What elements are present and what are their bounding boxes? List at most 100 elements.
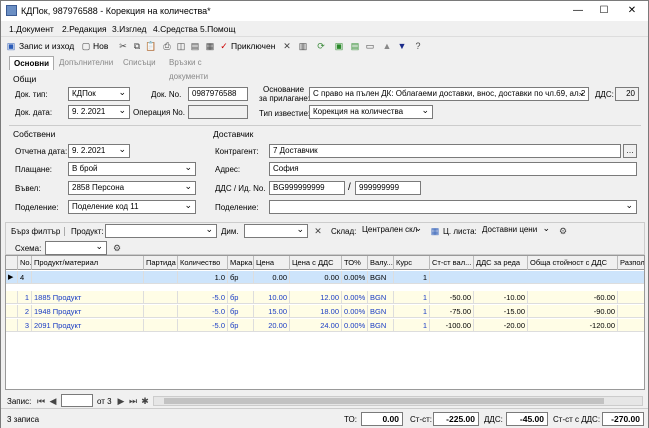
- vat-rate-field[interactable]: 20: [615, 87, 639, 101]
- cell-currency[interactable]: BGN: [368, 271, 394, 284]
- cell-price[interactable]: 10.00: [254, 291, 290, 304]
- cell-no[interactable]: 2: [18, 305, 32, 318]
- cell-avail[interactable]: [618, 291, 644, 304]
- cell-vat[interactable]: -15.00: [474, 305, 528, 318]
- contragent-field[interactable]: 7 Доставчик: [269, 144, 621, 158]
- col-quantity[interactable]: Количество: [178, 256, 228, 270]
- cell-price[interactable]: 0.00: [254, 271, 290, 284]
- cell-total[interactable]: -120.00: [528, 319, 618, 332]
- cell-qty[interactable]: -5.0: [178, 291, 228, 304]
- cell-to[interactable]: 0.00%: [342, 319, 368, 332]
- last-record-icon[interactable]: ⏭: [127, 395, 139, 407]
- cell-lot[interactable]: [144, 271, 178, 284]
- clear-filter-icon[interactable]: ✕: [312, 225, 324, 237]
- add-row-icon[interactable]: ▤: [349, 40, 361, 52]
- vat-no-field[interactable]: BG999999999: [269, 181, 345, 195]
- col-available[interactable]: Разпола: [618, 256, 644, 270]
- store-select[interactable]: Централен скл: [359, 224, 425, 238]
- cell-cost[interactable]: -100.00: [430, 319, 474, 332]
- edit-icon[interactable]: ▦: [204, 40, 216, 52]
- post-button[interactable]: Приключен: [231, 39, 275, 53]
- help-icon[interactable]: ?: [412, 40, 424, 52]
- row-selector[interactable]: [6, 291, 18, 304]
- cell-qty[interactable]: -5.0: [178, 319, 228, 332]
- insert-icon[interactable]: ▣: [333, 40, 345, 52]
- table-row[interactable]: 1 1885 Продукт -5.0 бр 10.00 12.00 0.00% BGN 1 -5…: [6, 291, 644, 304]
- col-total-vat[interactable]: Обща стойност с ДДС: [528, 256, 618, 270]
- cell-price_vat[interactable]: 18.00: [290, 305, 342, 318]
- cell-cost[interactable]: -50.00: [430, 291, 474, 304]
- prev-record-icon[interactable]: ◀: [47, 395, 59, 407]
- cell-lot[interactable]: [144, 319, 178, 332]
- cell-no[interactable]: 1: [18, 291, 32, 304]
- first-record-icon[interactable]: ⏮: [35, 395, 47, 407]
- col-product[interactable]: Продукт/материал: [32, 256, 144, 270]
- own-division-select[interactable]: Поделение код 11: [68, 200, 196, 214]
- notice-type-select[interactable]: Корекция на количества: [309, 105, 433, 119]
- col-row-vat[interactable]: ДДС за реда: [474, 256, 528, 270]
- menu-edit[interactable]: 2.Редакция: [62, 24, 107, 34]
- copy-icon[interactable]: ⧉: [131, 40, 143, 52]
- entered-by-select[interactable]: 2858 Персона: [68, 181, 196, 195]
- col-unit[interactable]: Марка: [228, 256, 254, 270]
- cell-product[interactable]: 1885 Продукт: [32, 291, 144, 304]
- save-close-button[interactable]: Запис и изход: [19, 39, 74, 53]
- minimize-icon[interactable]: —: [571, 4, 585, 18]
- doc-no-field[interactable]: 0987976588: [188, 87, 248, 101]
- cell-avail[interactable]: [618, 319, 644, 332]
- supplier-division-select[interactable]: [269, 200, 637, 214]
- row-selector[interactable]: [6, 319, 18, 332]
- col-no[interactable]: No.: [18, 256, 32, 270]
- cell-product[interactable]: [32, 271, 144, 284]
- cell-vat[interactable]: -20.00: [474, 319, 528, 332]
- menu-tools[interactable]: 4.Средства: [153, 24, 198, 34]
- tab-doc-links[interactable]: Връзки с документи: [165, 56, 212, 81]
- address-field[interactable]: София: [269, 162, 637, 176]
- basis-select[interactable]: С право на пълен ДК: Облагаеми доставки,…: [309, 87, 589, 101]
- record-number-field[interactable]: [61, 394, 93, 407]
- close-icon[interactable]: ✕: [625, 4, 639, 18]
- cell-rate[interactable]: 1: [394, 305, 430, 318]
- cell-no[interactable]: 3: [18, 319, 32, 332]
- cell-price_vat[interactable]: 24.00: [290, 319, 342, 332]
- cell-qty[interactable]: -5.0: [178, 305, 228, 318]
- cell-lot[interactable]: [144, 305, 178, 318]
- col-rate[interactable]: Курс: [394, 256, 430, 270]
- cell-rate[interactable]: 1: [394, 291, 430, 304]
- cell-rate[interactable]: 1: [394, 319, 430, 332]
- payment-select[interactable]: В брой: [68, 162, 196, 176]
- cell-to[interactable]: 0.00%: [342, 291, 368, 304]
- col-lot[interactable]: Партида: [144, 256, 178, 270]
- product-filter-select[interactable]: [105, 224, 217, 238]
- move-up-icon[interactable]: ▲: [381, 40, 393, 52]
- new-row[interactable]: ▶ 4 1.0 бр 0.00 0.00 0.00% BGN 1: [6, 271, 644, 284]
- cell-product[interactable]: 1948 Продукт: [32, 305, 144, 318]
- row-selector[interactable]: [6, 305, 18, 318]
- paste-icon[interactable]: 📋: [145, 40, 157, 52]
- cell-cur[interactable]: BGN: [368, 319, 394, 332]
- document-icon[interactable]: ▤: [189, 40, 201, 52]
- dim-select[interactable]: [244, 224, 308, 238]
- tab-additional[interactable]: Допълнителни: [55, 56, 117, 70]
- cell-avail[interactable]: [618, 305, 644, 318]
- delete-icon[interactable]: ✕: [281, 40, 293, 52]
- contragent-browse-button[interactable]: …: [623, 144, 637, 158]
- id-no-field[interactable]: 999999999: [355, 181, 421, 195]
- col-price[interactable]: Цена: [254, 256, 290, 270]
- col-currency[interactable]: Валу...: [368, 256, 394, 270]
- cell-to[interactable]: 0.00%: [342, 305, 368, 318]
- new-record-icon[interactable]: ✱: [139, 395, 151, 407]
- cell-unit[interactable]: бр: [228, 305, 254, 318]
- scrollbar-thumb[interactable]: [164, 398, 604, 404]
- cell-cost[interactable]: -75.00: [430, 305, 474, 318]
- col-cost-cur[interactable]: Ст-ст вал...: [430, 256, 474, 270]
- col-to[interactable]: ТО%: [342, 256, 368, 270]
- report-date-field[interactable]: 9. 2.2021: [68, 144, 130, 158]
- cell-total[interactable]: -90.00: [528, 305, 618, 318]
- cell-rate[interactable]: 1: [394, 271, 430, 284]
- table-row[interactable]: 3 2091 Продукт -5.0 бр 20.00 24.00 0.00% BGN 1 -1…: [6, 319, 644, 332]
- move-down-icon[interactable]: ▼: [396, 40, 408, 52]
- scheme-settings-icon[interactable]: ⚙: [111, 242, 123, 254]
- settings-icon[interactable]: ⚙: [557, 225, 569, 237]
- cell-cur[interactable]: BGN: [368, 305, 394, 318]
